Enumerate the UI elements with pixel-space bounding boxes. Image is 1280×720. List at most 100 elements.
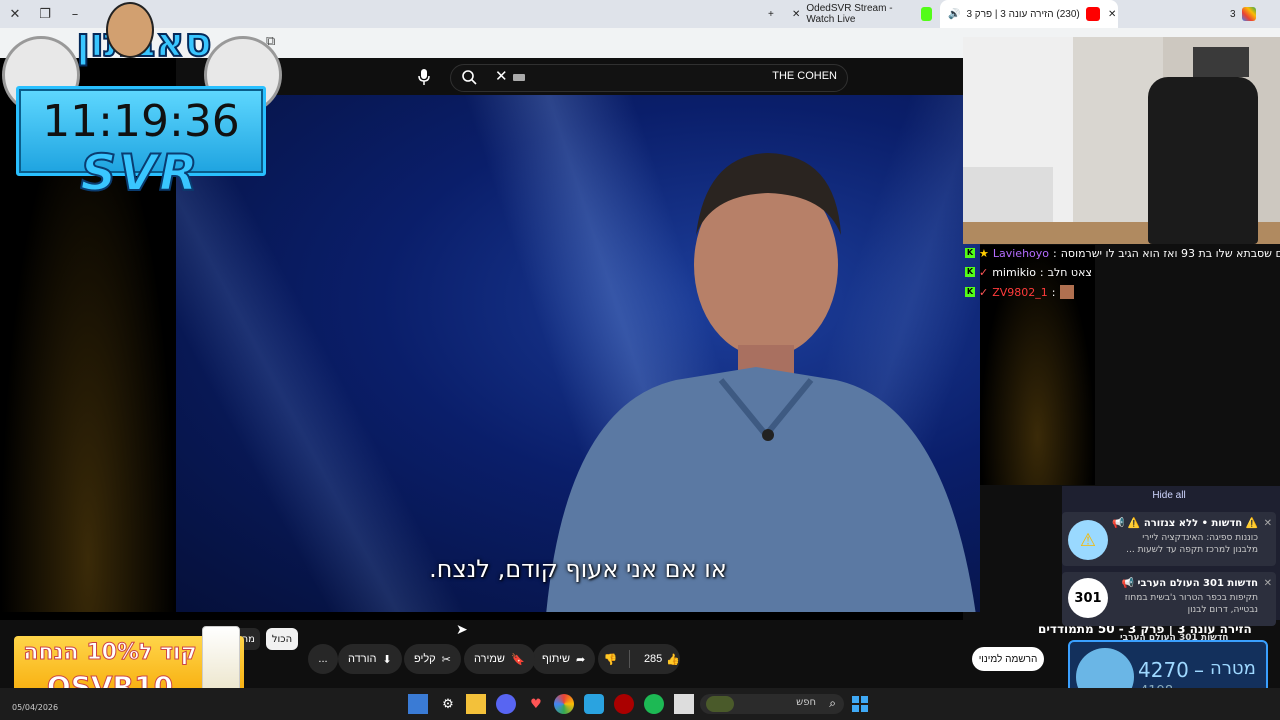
google-icon <box>1241 7 1256 21</box>
notification-body: כוננות ספיגה: האינדקציה ליירי מלבנון למר… <box>1126 533 1258 555</box>
verified-badge-icon: ✓ <box>979 285 989 299</box>
clip-label: קליפ <box>414 653 436 665</box>
clip-button[interactable]: קליפ ✂ <box>404 644 461 674</box>
chat-message: K ✓ mimikio : צאט חלב <box>965 263 1092 281</box>
file-explorer-icon[interactable] <box>466 694 486 714</box>
new-tab-button[interactable]: + <box>760 0 782 28</box>
taskbar-date: 05/04/2026 <box>12 703 59 712</box>
goal-dash: – <box>1194 658 1204 682</box>
more-actions-button[interactable]: ... <box>308 644 338 674</box>
obs-icon[interactable] <box>614 694 634 714</box>
chat-colon: : <box>1039 265 1044 279</box>
save-label: שמירה <box>474 653 505 665</box>
windows-start-icon[interactable] <box>850 694 870 714</box>
mouse-cursor-icon: ➤ <box>456 622 468 638</box>
notification-card[interactable]: 301 חדשות 301 העולם הערבי 📢 תקיפות בכפר … <box>1062 572 1276 626</box>
save-button[interactable]: שמירה 🔖 <box>464 644 535 674</box>
more-icon: ... <box>318 653 328 665</box>
kick-badge-icon: K <box>965 267 975 277</box>
steam-icon[interactable]: ⚙ <box>438 694 458 714</box>
avatar-cartoon <box>106 2 154 58</box>
keyboard-icon[interactable] <box>513 74 525 81</box>
clock-time: 11:19:36 <box>42 96 240 147</box>
brand-svr: SVR <box>79 143 200 203</box>
download-label: הורדה <box>348 653 377 665</box>
like-dislike-group: 👎 285 👍 <box>598 644 680 674</box>
download-icon: ⬇ <box>382 653 392 666</box>
taskbar <box>0 688 1280 720</box>
download-button[interactable]: הורדה ⬇ <box>338 644 402 674</box>
search-input[interactable]: ✕ THE COHEN <box>450 64 848 92</box>
search-icon[interactable] <box>461 69 477 89</box>
promo-text: קוד ל10% הנחה <box>23 640 197 666</box>
tab-close-button[interactable]: ✕ <box>1100 0 1124 28</box>
taskbar-search-placeholder: חפש <box>796 697 816 708</box>
warning-icon: ⚠ <box>1068 520 1108 560</box>
close-icon: ✕ <box>1108 8 1117 20</box>
chrome-icon[interactable] <box>554 694 574 714</box>
like-button[interactable]: 285 👍 <box>636 653 680 666</box>
tab-label: 3 <box>1230 8 1236 20</box>
taskbar-search-input[interactable]: חפש ⌕ <box>700 694 844 714</box>
chat-username[interactable]: ZV9802_1 <box>992 286 1048 299</box>
kick-badge-icon: K <box>965 287 975 297</box>
close-notification-icon[interactable]: ✕ <box>1264 518 1272 529</box>
hide-all-button[interactable]: Hide all <box>1062 490 1276 501</box>
clear-search-icon[interactable]: ✕ <box>495 67 508 85</box>
chat-username[interactable]: mimikio <box>992 266 1036 279</box>
discord-icon[interactable] <box>496 694 516 714</box>
app-window-icon[interactable] <box>674 694 694 714</box>
subscribe-button[interactable]: הרשמה למינוי <box>972 647 1044 671</box>
goal-target: 4270 <box>1138 658 1189 682</box>
photos-app-icon[interactable] <box>408 694 428 714</box>
plus-icon: + <box>768 8 774 20</box>
telegram-icon[interactable] <box>584 694 604 714</box>
search-icon: ⌕ <box>829 696 836 710</box>
channel-logo-overlay: סאבתון <box>0 0 282 114</box>
notification-card[interactable]: ⚠ ⚠️ חדשות • ללא צנזורה ⚠️ 📢 כוננות ספיג… <box>1062 512 1276 566</box>
chat-colon: : <box>1051 285 1056 299</box>
presenter-figure <box>546 153 976 612</box>
video-subtitle: או אם אני אעוף קודם, לנצח. <box>429 555 727 583</box>
close-notification-icon[interactable]: ✕ <box>1264 578 1272 589</box>
share-icon: ➦ <box>575 653 586 666</box>
right-ambient <box>980 245 1095 485</box>
spotify-icon[interactable] <box>644 694 664 714</box>
emote-icon <box>1059 285 1074 299</box>
youtube-icon <box>1085 7 1100 21</box>
share-label: שיתוף <box>542 653 570 665</box>
thumbs-up-icon: 👍 <box>666 653 680 666</box>
notification-title: חדשות 301 העולם הערבי 📢 <box>1121 578 1258 589</box>
scissors-icon: ✂ <box>441 653 451 666</box>
like-count: 285 <box>643 653 663 665</box>
tab-label: OdedSVR Stream - Watch Live <box>806 3 893 25</box>
tab-odedsvr[interactable]: ✕ OdedSVR Stream - Watch Live <box>784 0 940 28</box>
goal-label: מטרה <box>1210 658 1256 679</box>
microphone-icon[interactable] <box>412 66 436 88</box>
news301-logo-icon: 301 <box>1068 578 1108 618</box>
notification-title: ⚠️ חדשות • ללא צנזורה ⚠️ 📢 <box>1112 518 1258 529</box>
chat-colon: : <box>1053 246 1057 260</box>
tab-close-icon[interactable]: ✕ <box>792 9 800 20</box>
share-button[interactable]: שיתוף ➦ <box>532 644 596 674</box>
tab-youtube-active[interactable]: 🔊 (230) הזירה עונה 3 | פרק 3 <box>940 0 1118 28</box>
chat-text: רשם שסבתא שלו בת 93 ואז הוא הגיב לו ישרמ… <box>1060 246 1280 260</box>
tab-label: (230) הזירה עונה 3 | פרק 3 <box>966 8 1080 20</box>
video-player[interactable] <box>176 95 980 612</box>
dislike-icon[interactable]: 👎 <box>598 653 623 666</box>
chip-all[interactable]: הכול <box>266 628 298 650</box>
tab-partial[interactable]: 3 <box>1222 0 1264 28</box>
verified-badge-icon: ✓ <box>979 265 989 279</box>
sub-badge-icon: ★ <box>979 246 989 260</box>
search-query: THE COHEN <box>772 70 837 82</box>
tab-audio-icon: 🔊 <box>948 8 961 20</box>
chat-username[interactable]: Laviehoyo <box>993 247 1049 260</box>
bookmark-icon: 🔖 <box>510 653 525 666</box>
kick-badge-icon: K <box>965 248 975 258</box>
chat-message: K ✓ ZV9802_1 : <box>965 283 1074 301</box>
search-highlight-icon <box>706 696 734 712</box>
notification-body: תקיפות בכפר הטרור ג'בשית במחוז נבטייה, ד… <box>1124 593 1258 615</box>
app-icon[interactable]: ♥ <box>526 694 546 714</box>
kick-icon <box>920 7 932 21</box>
webcam-feed <box>963 37 1280 244</box>
